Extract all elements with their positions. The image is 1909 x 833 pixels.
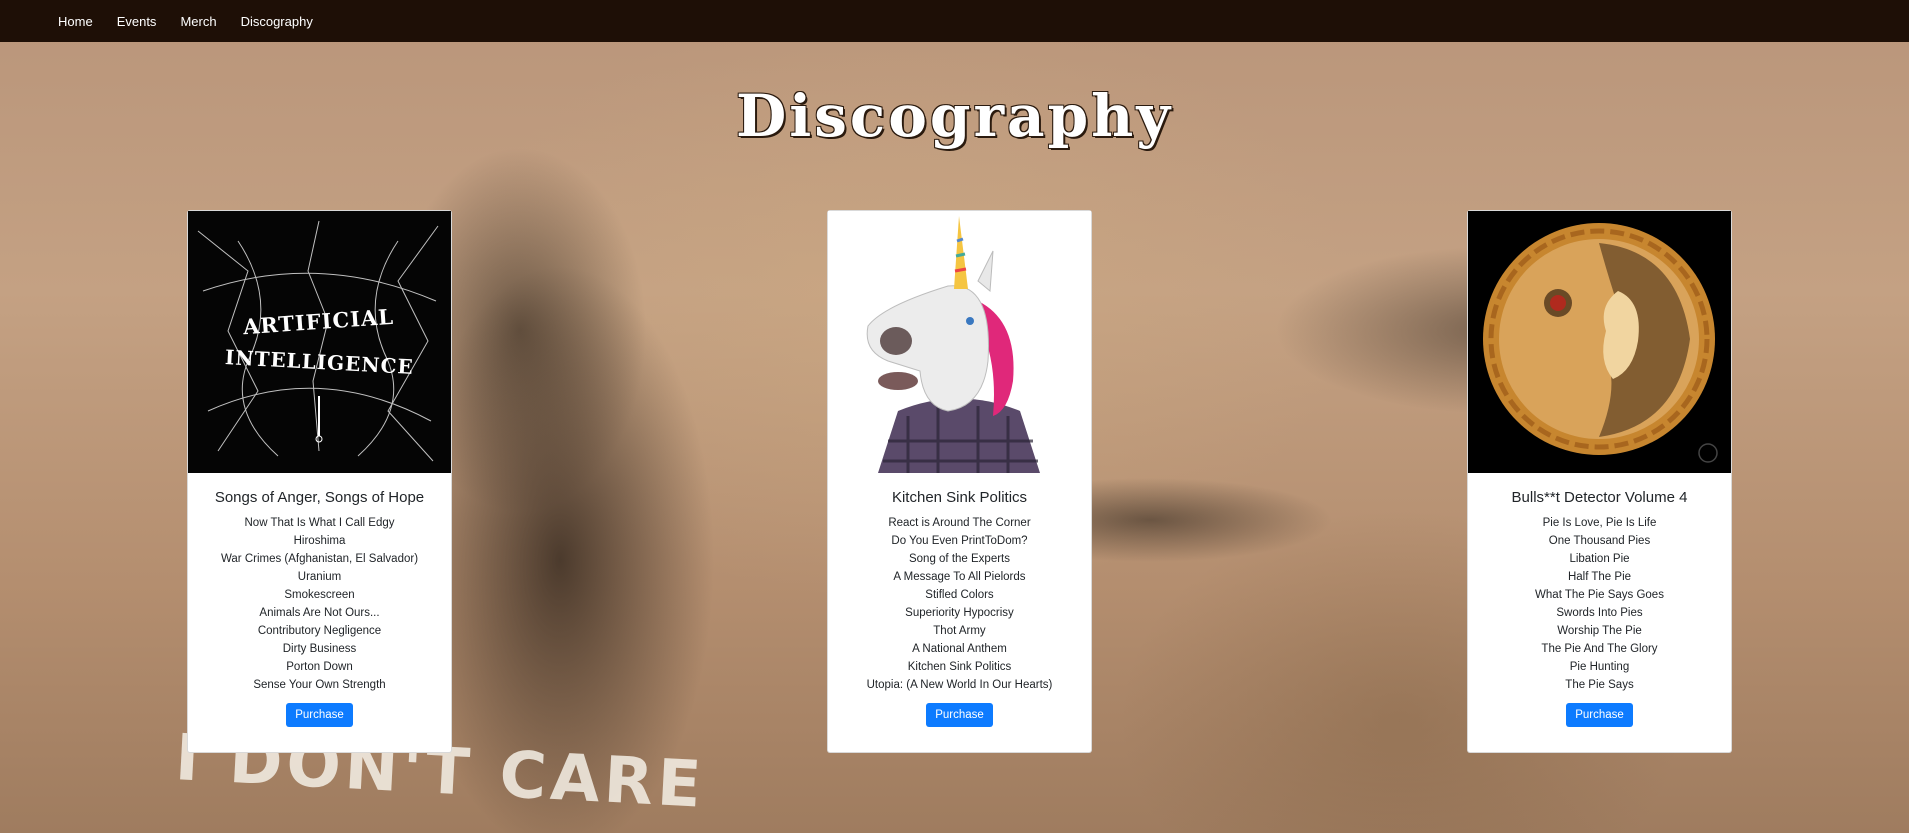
track-item: Do You Even PrintToDom? xyxy=(891,535,1028,547)
track-item: React is Around The Corner xyxy=(888,517,1031,529)
album-card-2: Kitchen Sink Politics React is Around Th… xyxy=(827,210,1092,753)
track-item: Now That Is What I Call Edgy xyxy=(244,517,395,529)
album-title: Songs of Anger, Songs of Hope xyxy=(214,489,425,506)
album-cover-image xyxy=(1468,211,1731,473)
purchase-button[interactable]: Purchase xyxy=(1566,703,1633,727)
album-title: Kitchen Sink Politics xyxy=(891,489,1028,506)
track-item: Stifled Colors xyxy=(925,589,994,601)
track-item: The Pie And The Glory xyxy=(1541,643,1658,655)
track-item: A National Anthem xyxy=(912,643,1007,655)
track-list: Pie Is Love, Pie Is Life One Thousand Pi… xyxy=(1535,514,1664,694)
track-item: Kitchen Sink Politics xyxy=(907,661,1012,673)
track-item: Pie Is Love, Pie Is Life xyxy=(1542,517,1657,529)
track-item: Contributory Negligence xyxy=(257,625,382,637)
track-item: Hiroshima xyxy=(293,535,346,547)
album-cover-image: ARTIFICIAL INTELLIGENCE xyxy=(188,211,451,473)
track-item: One Thousand Pies xyxy=(1548,535,1651,547)
album-cover-image xyxy=(828,211,1091,473)
nav-home-link[interactable]: Home xyxy=(58,14,93,29)
track-item: Thot Army xyxy=(933,625,986,637)
track-item: Pie Hunting xyxy=(1569,661,1630,673)
track-item: What The Pie Says Goes xyxy=(1535,589,1664,601)
track-item: Sense Your Own Strength xyxy=(253,679,386,691)
purchase-button[interactable]: Purchase xyxy=(926,703,993,727)
track-item: Dirty Business xyxy=(282,643,357,655)
page-title: Discography xyxy=(735,82,1174,150)
track-item: Uranium xyxy=(297,571,342,583)
album-card-1: ARTIFICIAL INTELLIGENCE Songs of Anger, … xyxy=(187,210,452,753)
track-item: The Pie Says xyxy=(1565,679,1634,691)
track-item: Superiority Hypocrisy xyxy=(905,607,1014,619)
purchase-button[interactable]: Purchase xyxy=(286,703,353,727)
track-item: A Message To All Pielords xyxy=(893,571,1026,583)
top-navbar: Home Events Merch Discography xyxy=(0,0,1909,42)
nav-discography-link[interactable]: Discography xyxy=(241,14,313,29)
nav-events-link[interactable]: Events xyxy=(117,14,157,29)
track-item: Half The Pie xyxy=(1567,571,1632,583)
track-item: War Crimes (Afghanistan, El Salvador) xyxy=(220,553,419,565)
track-item: Swords Into Pies xyxy=(1556,607,1643,619)
album-title: Bulls**t Detector Volume 4 xyxy=(1511,489,1688,506)
nav-merch-link[interactable]: Merch xyxy=(180,14,216,29)
track-list: React is Around The Corner Do You Even P… xyxy=(867,514,1053,694)
track-item: Smokescreen xyxy=(284,589,355,601)
track-item: Animals Are Not Ours... xyxy=(259,607,380,619)
track-item: Worship The Pie xyxy=(1557,625,1642,637)
track-item: Song of the Experts xyxy=(908,553,1010,565)
album-card-3: Bulls**t Detector Volume 4 Pie Is Love, … xyxy=(1467,210,1732,753)
track-item: Utopia: (A New World In Our Hearts) xyxy=(866,679,1053,691)
track-list: Now That Is What I Call Edgy Hiroshima W… xyxy=(221,514,418,694)
track-item: Libation Pie xyxy=(1569,553,1630,565)
track-item: Porton Down xyxy=(286,661,353,673)
